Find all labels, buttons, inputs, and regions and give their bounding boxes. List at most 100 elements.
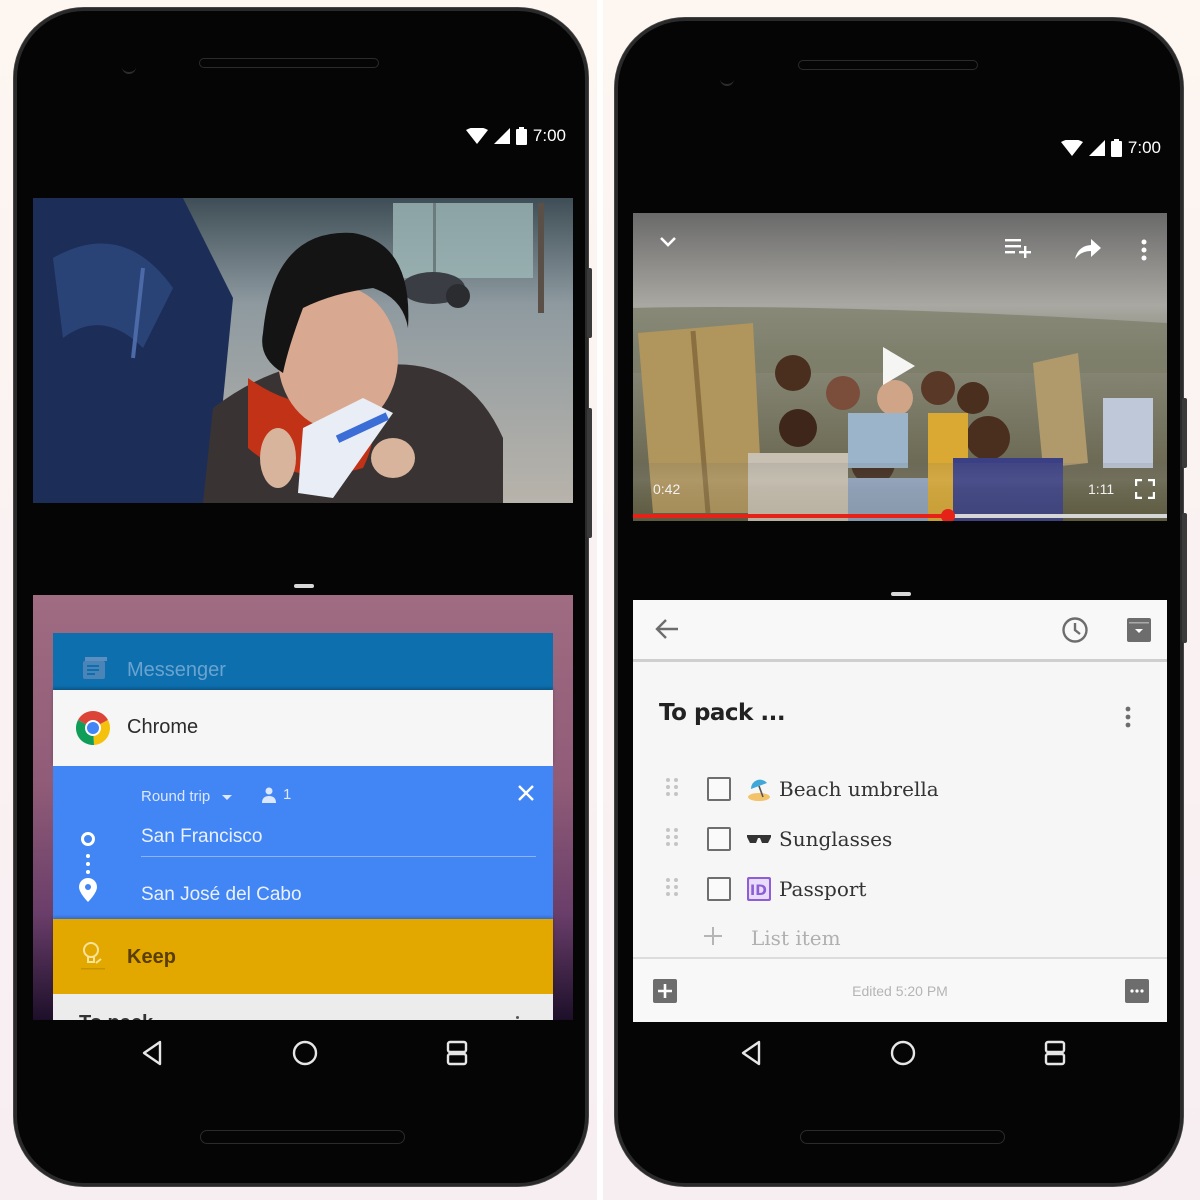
home-icon [890,1040,916,1066]
origin-circle-icon [81,832,95,846]
note-actions-button[interactable] [1125,979,1149,1003]
keep-note-preview-title: To pack [79,1012,153,1020]
recents-button[interactable] [437,1033,477,1073]
bottom-speaker [800,1130,1005,1144]
add-list-item-row[interactable]: List item [633,916,1167,960]
keep-toolbar [633,600,1167,662]
beach-umbrella-emoji-icon [747,777,771,801]
video-frame-woman[interactable] [33,198,573,503]
nav-bar [132,1033,477,1073]
drag-handle-icon[interactable] [665,827,683,852]
power-button [1182,398,1187,468]
keep-footer: Edited 5:20 PM [633,957,1167,1022]
passenger-number: 1 [283,786,292,803]
split-screen-divider-handle[interactable] [294,584,314,588]
item-checkbox[interactable] [707,777,731,801]
messenger-icon [81,655,109,686]
archive-button[interactable] [1127,618,1151,642]
id-emoji-icon: ID [747,877,771,901]
sunglasses-emoji-icon [747,827,771,851]
left-panel: 7:00 Messenger Chrome Round trip 1 San F… [0,0,597,1200]
trip-type-label: Round trip [141,788,211,805]
share-icon[interactable] [1075,239,1101,264]
play-button[interactable] [881,345,917,392]
video-player[interactable]: 0:42 1:11 [633,213,1167,521]
keep-note-editor: To pack ... Beach umbrella Sunglasses ID [633,600,1167,1022]
note-title[interactable]: To pack ... [659,700,786,726]
origin-field[interactable]: San Francisco [141,826,262,848]
checklist-item: ID Passport [633,867,1167,911]
seek-bar-progress [633,514,949,518]
recent-card-flights[interactable]: Round trip 1 San Francisco San José del … [53,766,553,919]
home-button[interactable] [285,1033,325,1073]
front-camera [720,72,734,86]
keep-note-preview[interactable]: To pack [53,994,553,1020]
phone-right: 7:00 0:42 1:11 To pack ... Beach umbrell… [615,18,1187,1186]
more-options-icon [516,1016,519,1019]
seek-bar[interactable] [633,509,1167,521]
video-still [33,198,573,503]
home-icon [292,1040,317,1066]
destination-field[interactable]: San José del Cabo [141,884,302,906]
back-arrow-button[interactable] [655,618,679,640]
battery-icon [1110,139,1122,157]
destination-pin-icon [79,878,97,907]
earpiece-speaker [199,58,379,68]
recent-card-title: Chrome [127,716,199,738]
back-button[interactable] [731,1033,771,1073]
recent-card-messenger[interactable]: Messenger [53,633,553,693]
keep-bulb-icon [79,939,107,976]
bottom-speaker [200,1130,405,1144]
signal-icon [493,128,510,144]
seek-bar-thumb[interactable] [941,509,956,521]
split-screen-divider-handle[interactable] [891,592,911,596]
home-button[interactable] [883,1033,923,1073]
field-divider [141,856,536,857]
drag-handle-icon[interactable] [665,777,683,802]
add-list-item-placeholder[interactable]: List item [751,926,841,950]
close-icon[interactable] [517,784,535,807]
nav-bar [731,1033,1075,1073]
volume-button [587,408,592,538]
right-panel: 7:00 0:42 1:11 To pack ... Beach umbrell… [603,0,1200,1200]
trip-type-dropdown[interactable]: Round trip [141,788,233,805]
checklist-item: Sunglasses [633,817,1167,861]
phone-left: 7:00 Messenger Chrome Round trip 1 San F… [14,8,592,1186]
wifi-icon [465,128,488,144]
fullscreen-icon[interactable] [1134,478,1156,504]
back-icon [741,1040,761,1066]
drag-handle-icon[interactable] [665,877,683,902]
recents-button[interactable] [1035,1033,1075,1073]
item-text[interactable]: Passport [779,877,866,901]
plus-icon [703,926,723,951]
status-time: 7:00 [1127,138,1161,157]
reminder-button[interactable] [1061,616,1089,644]
item-text[interactable]: Beach umbrella [779,777,939,801]
back-arrow-icon [655,619,678,639]
wifi-icon [1060,140,1083,156]
item-checkbox[interactable] [707,827,731,851]
dropdown-arrow-icon [222,794,233,800]
item-checkbox[interactable] [707,877,731,901]
recent-card-chrome[interactable]: Chrome [53,690,553,766]
item-text[interactable]: Sunglasses [779,827,892,851]
add-to-playlist-icon[interactable] [1005,237,1033,264]
recent-apps-overview: Messenger Chrome Round trip 1 San Franci… [33,595,573,1020]
recent-card-title: Keep [127,946,176,968]
passenger-count[interactable]: 1 [261,786,291,803]
more-vert-icon [1125,706,1131,728]
recents-icon [446,1040,468,1066]
volume-button [1182,513,1187,643]
note-more-button[interactable] [1125,706,1131,728]
front-camera [122,60,136,74]
svg-text:ID: ID [750,883,767,899]
signal-icon [1088,140,1105,156]
back-button[interactable] [132,1033,172,1073]
minimize-chevron-icon[interactable] [659,235,677,253]
recent-card-keep[interactable]: Keep [53,919,553,994]
status-bar: 7:00 [1060,138,1161,158]
clock-icon [1062,617,1088,643]
more-horiz-box-icon [1125,979,1149,1003]
more-vert-icon[interactable] [1141,239,1147,266]
status-time: 7:00 [532,126,566,145]
